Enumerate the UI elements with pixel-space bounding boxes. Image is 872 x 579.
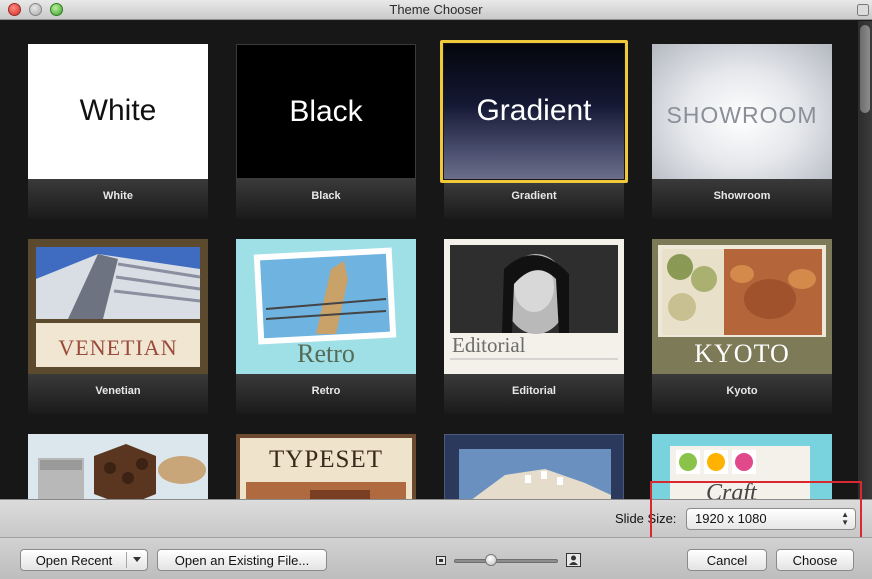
coffee-photo-image: [28, 434, 208, 499]
thumbnail-size-slider-knob[interactable]: [485, 554, 497, 566]
window-title: Theme Chooser: [389, 2, 483, 17]
open-recent-label: Open Recent: [35, 553, 113, 568]
theme-gallery: White White Black Black Gradient Gradien…: [0, 21, 858, 499]
open-recent-button[interactable]: Open Recent: [20, 549, 148, 571]
selected-theme-frame: [440, 40, 628, 183]
bottom-button-bar: Open Recent Open an Existing File... Can…: [0, 537, 872, 579]
resize-grip-icon[interactable]: [857, 4, 869, 16]
theme-label-gradient: Gradient: [511, 190, 557, 202]
theme-thumbnail-photo-coast[interactable]: [444, 434, 624, 499]
theme-chooser-window: Theme Chooser White White Black Black Gr…: [0, 0, 872, 579]
cancel-label: Cancel: [706, 553, 748, 568]
theme-label-venetian: Venetian: [95, 385, 141, 397]
theme-preview-text: White: [79, 94, 157, 127]
theme-thumbnail-showroom[interactable]: SHOWROOM: [652, 44, 832, 179]
theme-thumbnail-typeset[interactable]: TYPESET: [236, 434, 416, 499]
open-existing-file-button[interactable]: Open an Existing File...: [157, 549, 327, 571]
title-bar: Theme Chooser: [0, 0, 872, 20]
theme-thumbnail-photo-coffee[interactable]: [28, 434, 208, 499]
theme-label-editorial: Editorial: [511, 385, 556, 397]
theme-label-white: White: [103, 190, 133, 202]
theme-preview-text: Editorial: [452, 333, 526, 357]
dropdown-arrow-icon: [133, 557, 141, 562]
theme-preview-text: SHOWROOM: [666, 102, 818, 128]
theme-thumbnail-editorial[interactable]: Editorial: [444, 239, 624, 374]
theme-thumbnail-venetian[interactable]: VENETIAN: [28, 239, 208, 374]
choose-button[interactable]: Choose: [776, 549, 854, 571]
theme-label-showroom: Showroom: [713, 190, 771, 202]
theme-preview-text: Black: [289, 95, 363, 128]
vertical-scrollbar[interactable]: [858, 21, 872, 499]
large-thumbnail-icon[interactable]: [566, 553, 581, 567]
coast-photo-image: [459, 449, 611, 499]
theme-label-black: Black: [311, 190, 341, 202]
theme-preview-text: KYOTO: [694, 339, 790, 368]
choose-label: Choose: [792, 553, 838, 568]
theme-preview-text: VENETIAN: [58, 335, 178, 360]
annotation-highlight-box: [650, 481, 862, 543]
thumbnail-size-slider[interactable]: [454, 559, 558, 563]
cancel-button[interactable]: Cancel: [687, 549, 767, 571]
typeset-photo-image: [246, 482, 406, 499]
small-thumbnail-icon[interactable]: [436, 556, 446, 565]
theme-label-retro: Retro: [311, 385, 341, 397]
theme-label-kyoto: Kyoto: [726, 385, 758, 397]
open-existing-file-label: Open an Existing File...: [174, 553, 310, 568]
scrollbar-thumb[interactable]: [860, 25, 870, 113]
theme-thumbnail-white[interactable]: White: [28, 44, 208, 179]
theme-thumbnail-black[interactable]: Black: [236, 44, 416, 179]
theme-thumbnail-kyoto[interactable]: KYOTO: [652, 239, 832, 374]
button-divider: [126, 552, 127, 568]
theme-preview-text: Retro: [297, 339, 355, 368]
theme-thumbnail-retro[interactable]: Retro: [236, 239, 416, 374]
